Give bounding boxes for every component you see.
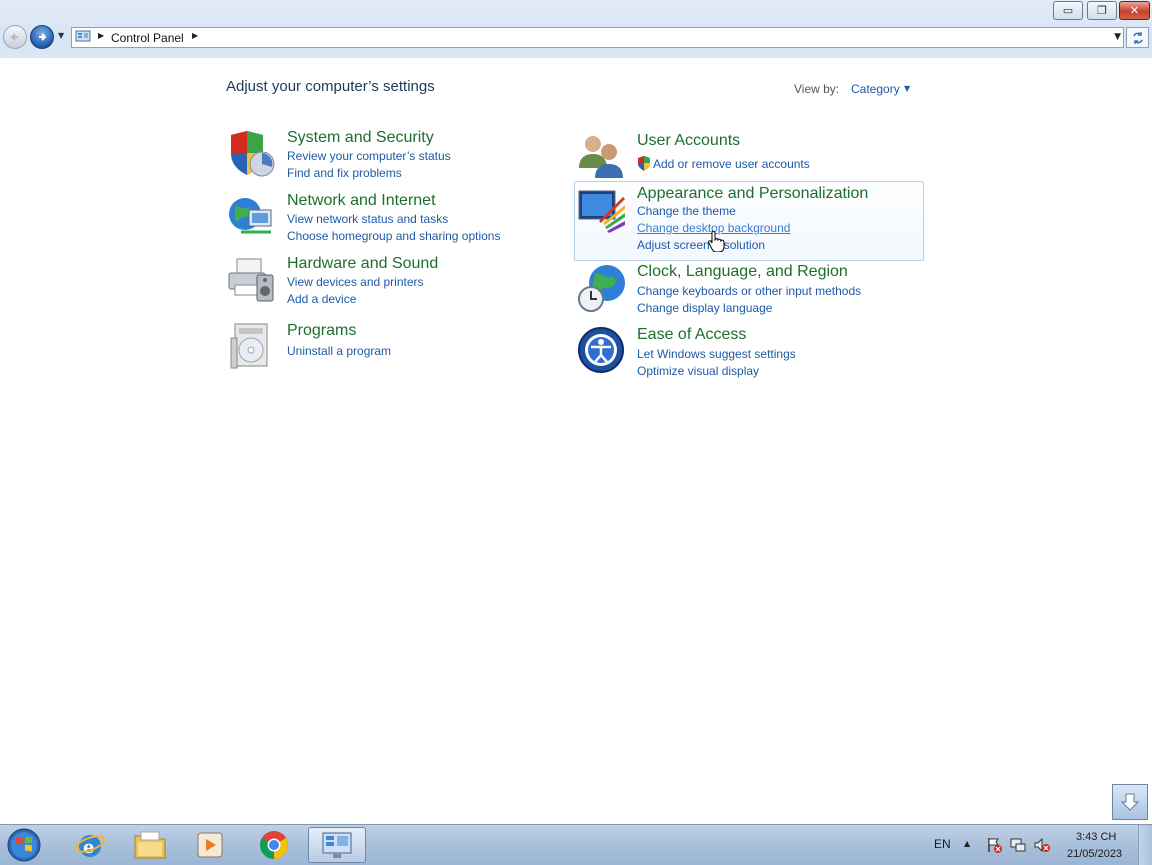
- close-button[interactable]: ✕: [1119, 1, 1150, 20]
- show-hidden-icons-icon[interactable]: ▲: [964, 839, 970, 848]
- refresh-icon: [1132, 31, 1143, 44]
- view-by-dropdown[interactable]: Category: [851, 82, 900, 96]
- language-indicator[interactable]: EN: [934, 837, 951, 851]
- hand-cursor-icon: [708, 230, 725, 252]
- breadcrumb-arrow-icon[interactable]: ▶: [98, 31, 104, 40]
- programs-box-icon[interactable]: [227, 322, 277, 372]
- action-center-flag-icon[interactable]: [986, 837, 1002, 853]
- appearance-monitor-icon[interactable]: [577, 185, 627, 235]
- control-panel-small-icon: [75, 30, 91, 42]
- link-uninstall-program[interactable]: Uninstall a program: [287, 344, 391, 358]
- clock-globe-icon[interactable]: [577, 263, 627, 313]
- category-user-accounts: User Accounts Add or remove user account…: [577, 132, 917, 180]
- forward-button[interactable]: [30, 25, 54, 49]
- view-by-caret-icon[interactable]: ▼: [904, 84, 910, 93]
- link-devices-printers[interactable]: View devices and printers: [287, 275, 424, 289]
- maximize-button[interactable]: ❐: [1087, 1, 1117, 20]
- link-homegroup-sharing[interactable]: Choose homegroup and sharing options: [287, 229, 500, 243]
- link-find-fix-problems[interactable]: Find and fix problems: [287, 166, 402, 180]
- uac-shield-icon: [638, 156, 650, 171]
- address-dropdown-icon[interactable]: ▼: [1114, 32, 1121, 42]
- address-bar[interactable]: ▶ Control Panel ▶ ▼: [71, 27, 1124, 48]
- taskbar: e EN ▲ 3:43 CH 21/05/2023: [0, 824, 1152, 865]
- category-title[interactable]: Network and Internet: [287, 192, 436, 210]
- link-add-remove-accounts[interactable]: Add or remove user accounts: [653, 157, 810, 171]
- refresh-button[interactable]: [1126, 27, 1149, 48]
- show-desktop-button[interactable]: [1138, 825, 1152, 865]
- clock-date[interactable]: 21/05/2023: [1067, 848, 1122, 860]
- restore-icon: ❐: [1097, 4, 1107, 17]
- link-optimize-visual-display[interactable]: Optimize visual display: [637, 364, 759, 378]
- category-network-internet: Network and Internet View network status…: [227, 192, 547, 244]
- control-panel-content: Adjust your computer’s settings View by:…: [0, 58, 1152, 824]
- breadcrumb-arrow-icon[interactable]: ▶: [192, 31, 198, 40]
- category-title[interactable]: Programs: [287, 322, 356, 340]
- taskbar-internet-explorer[interactable]: e: [64, 827, 116, 863]
- category-hardware-sound: Hardware and Sound View devices and prin…: [227, 255, 547, 307]
- taskbar-media-player[interactable]: [184, 827, 236, 863]
- globe-network-icon[interactable]: [227, 192, 277, 242]
- category-title[interactable]: Hardware and Sound: [287, 255, 438, 273]
- link-review-status[interactable]: Review your computer’s status: [287, 149, 451, 163]
- media-player-icon: [197, 832, 223, 858]
- category-clock-region: Clock, Language, and Region Change keybo…: [577, 263, 917, 315]
- recent-pages-dropdown-icon[interactable]: ▼: [58, 31, 68, 43]
- category-programs: Programs Uninstall a program: [227, 322, 547, 372]
- window-chrome: ▭ ❐ ✕ ▼ ▶ Control Panel ▶ ▼: [0, 0, 1152, 58]
- category-appearance: Appearance and Personalization Change th…: [577, 185, 917, 255]
- shield-icon[interactable]: [227, 129, 277, 179]
- network-icon[interactable]: [1010, 837, 1026, 853]
- back-arrow-icon: [10, 33, 18, 41]
- forward-arrow-icon: [39, 33, 47, 41]
- category-ease-of-access: Ease of Access Let Windows suggest setti…: [577, 326, 917, 378]
- taskbar-control-panel[interactable]: [308, 827, 366, 863]
- clock-time[interactable]: 3:43 CH: [1076, 831, 1116, 843]
- ease-of-access-icon[interactable]: [577, 326, 627, 376]
- scroll-down-button[interactable]: [1112, 784, 1148, 820]
- start-button[interactable]: [4, 827, 44, 863]
- printer-speaker-icon[interactable]: [227, 255, 277, 305]
- close-icon: ✕: [1129, 4, 1140, 17]
- link-windows-suggest-settings[interactable]: Let Windows suggest settings: [637, 347, 796, 361]
- minimize-icon: ▭: [1062, 4, 1074, 17]
- category-title[interactable]: System and Security: [287, 129, 434, 147]
- folder-icon: [134, 831, 166, 859]
- control-panel-icon: [322, 832, 352, 858]
- down-arrow-icon: [1120, 793, 1140, 811]
- chrome-icon: [260, 831, 288, 859]
- taskbar-windows-explorer[interactable]: [124, 827, 176, 863]
- link-adjust-resolution[interactable]: Adjust screen resolution: [637, 238, 765, 252]
- taskbar-chrome[interactable]: [248, 827, 300, 863]
- link-change-keyboards[interactable]: Change keyboards or other input methods: [637, 284, 861, 298]
- category-title[interactable]: Ease of Access: [637, 326, 746, 344]
- back-button[interactable]: [3, 25, 27, 49]
- page-title: Adjust your computer’s settings: [226, 78, 435, 95]
- category-title[interactable]: Appearance and Personalization: [637, 185, 868, 203]
- category-system-security: System and Security Review your computer…: [227, 129, 547, 181]
- breadcrumb-control-panel[interactable]: Control Panel: [111, 31, 184, 45]
- link-change-theme[interactable]: Change the theme: [637, 204, 736, 218]
- minimize-button[interactable]: ▭: [1053, 1, 1083, 20]
- category-title[interactable]: User Accounts: [637, 132, 740, 150]
- view-by-label: View by:: [794, 82, 840, 96]
- link-change-display-language[interactable]: Change display language: [637, 301, 772, 315]
- user-accounts-icon[interactable]: [577, 132, 627, 182]
- link-add-device[interactable]: Add a device: [287, 292, 356, 306]
- internet-explorer-icon: e: [74, 835, 106, 858]
- volume-muted-icon[interactable]: [1034, 837, 1050, 853]
- category-title[interactable]: Clock, Language, and Region: [637, 263, 848, 281]
- link-view-network-status[interactable]: View network status and tasks: [287, 212, 448, 226]
